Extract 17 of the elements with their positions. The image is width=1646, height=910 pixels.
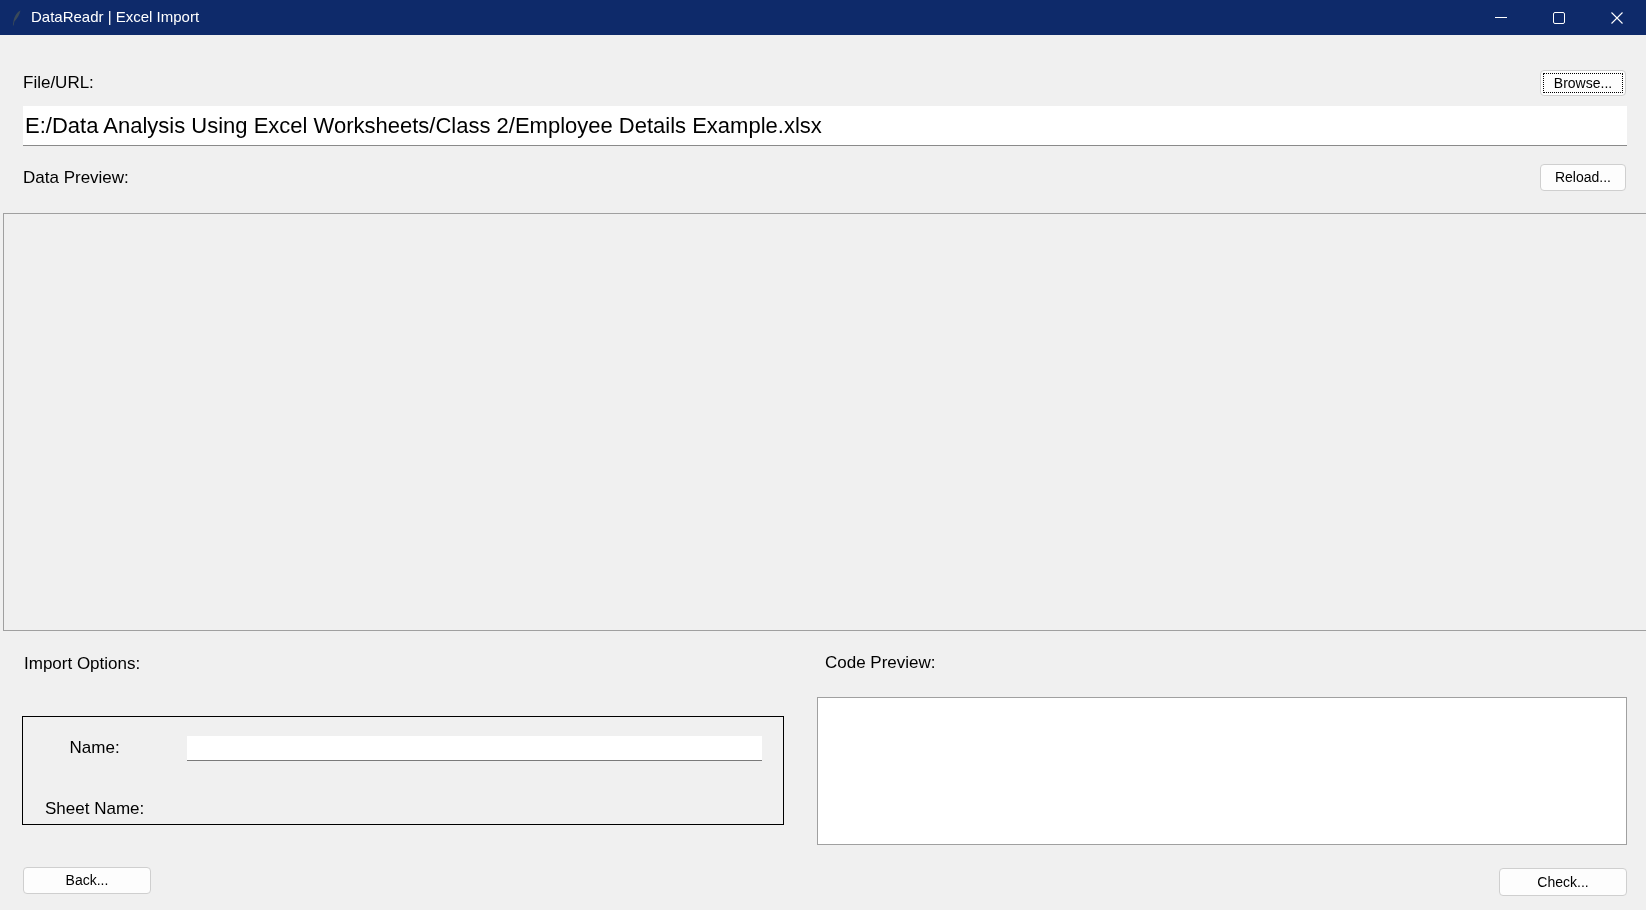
file-url-label: File/URL: [23, 73, 94, 93]
file-path-field[interactable]: E:/Data Analysis Using Excel Worksheets/Class 2/Employee Details Example.xlsx [23, 106, 1627, 146]
window-title: DataReadr | Excel Import [31, 7, 200, 28]
import-options-label: Import Options: [24, 654, 141, 674]
name-input-field[interactable] [187, 735, 762, 761]
data-preview-label: Data Preview: [23, 167, 129, 188]
code-preview-label: Code Preview: [825, 653, 936, 673]
option-label: Name: [68, 738, 121, 759]
feather-icon [12, 9, 21, 26]
check-button[interactable]: Check... [1499, 868, 1627, 896]
browse-button[interactable]: Browse... [1540, 70, 1626, 96]
close-icon [1611, 11, 1623, 24]
reload-button[interactable]: Reload... [1540, 164, 1626, 191]
minimize-icon [1495, 17, 1507, 18]
back-button[interactable]: Back... [23, 867, 151, 894]
option-label: Sheet Name: [45, 799, 145, 820]
maximize-icon [1553, 11, 1565, 24]
